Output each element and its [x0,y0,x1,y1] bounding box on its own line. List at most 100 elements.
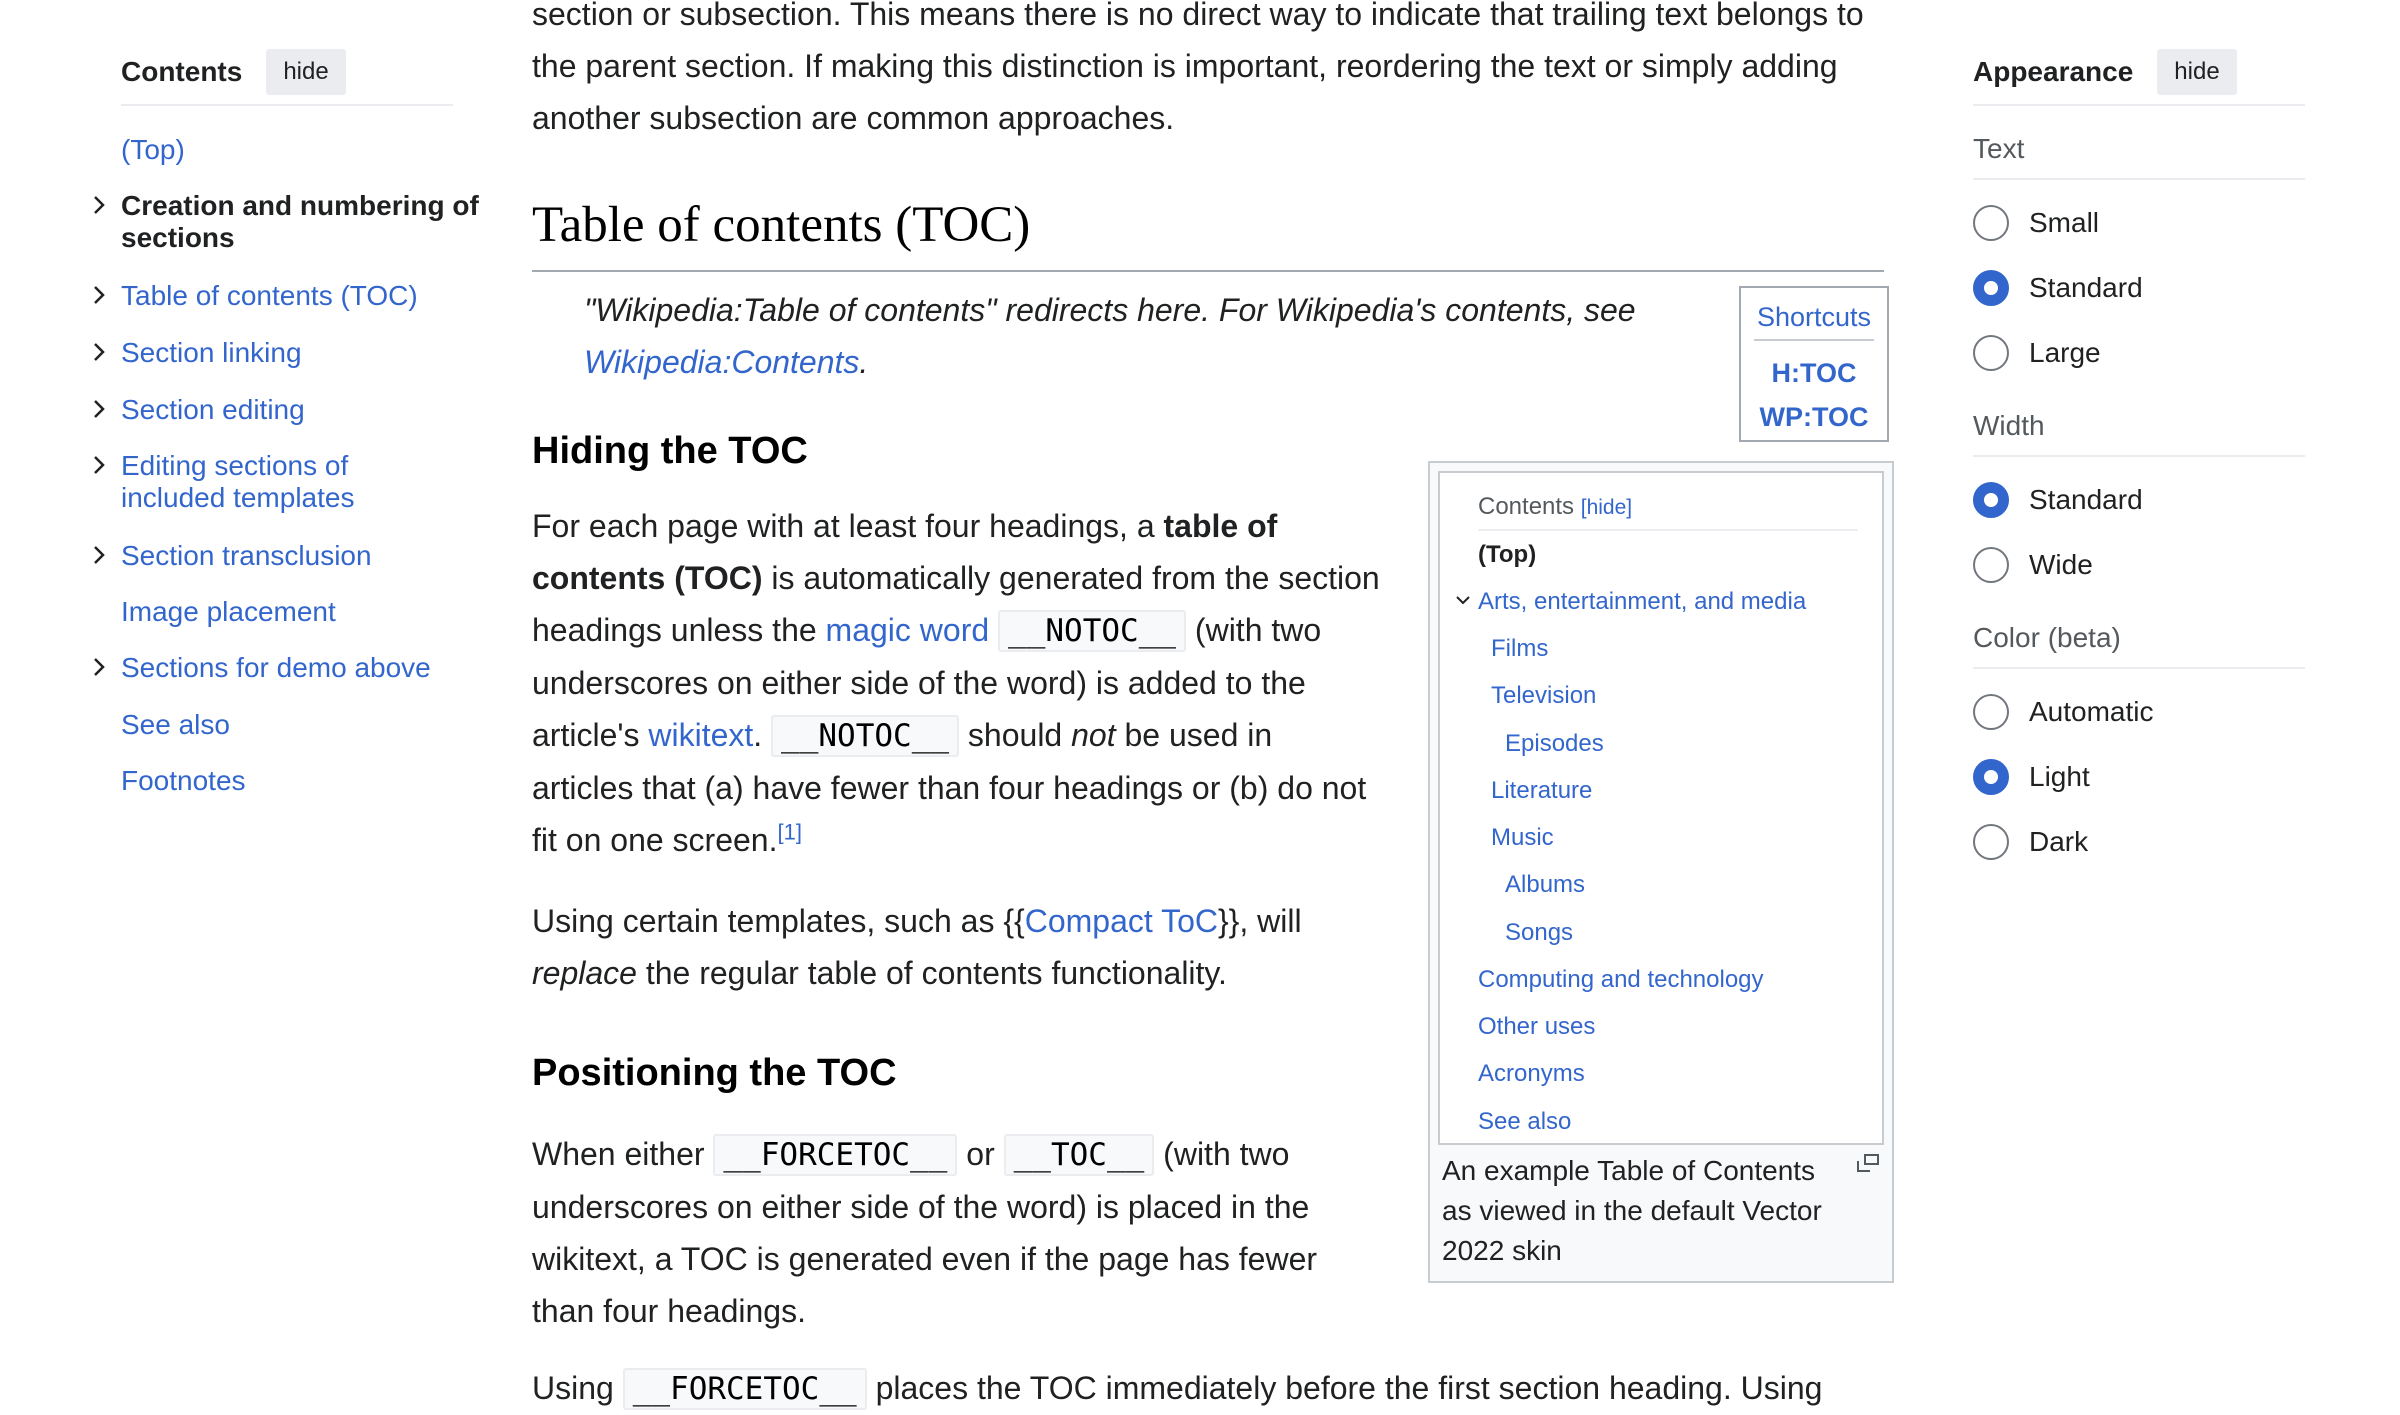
italic-term: replace [532,955,637,991]
subsection-heading: Positioning the TOC [532,1052,897,1094]
radio-button[interactable] [1973,547,2009,583]
hatnote-text: "Wikipedia:Table of contents" redirects … [584,292,1636,328]
fig-toc-item: Television [1491,682,1597,709]
wikitext-link[interactable]: wikitext [648,717,753,753]
width-label: Width [1973,410,2045,441]
shortcuts-box: Shortcuts H:TOC WP:TOC [1739,286,1889,442]
radio-label: Small [2029,207,2100,238]
toc-item-top[interactable]: (Top) [121,134,481,166]
radio-text-large[interactable]: Large [1973,335,2101,371]
hatnote-link[interactable]: Wikipedia:Contents [584,344,859,380]
toc-item-creation[interactable]: Creation and numbering of sections [94,190,501,254]
heading-positioning-toc: Positioning the TOC [532,1052,897,1095]
paragraph-using-forcetoc: Using __FORCETOC__ places the TOC immedi… [532,1362,1912,1415]
enlarge-icon[interactable] [1856,1153,1880,1173]
radio-label: Standard [2029,272,2143,303]
chevron-right-icon[interactable] [89,393,111,425]
toc-item-editing-templates[interactable]: Editing sections of included templates [94,450,391,514]
chevron-right-icon[interactable] [89,336,111,368]
heading-hiding-toc: Hiding the TOC [532,430,808,473]
radio-label: Wide [2029,549,2093,580]
toc-item-section-editing[interactable]: Section editing [94,394,481,426]
radio-color-dark[interactable]: Dark [1973,824,2088,860]
toc-sidebar: Contents hide [121,48,453,106]
toc-item-section-linking[interactable]: Section linking [94,337,481,369]
radio-width-standard[interactable]: Standard [1973,482,2143,518]
radio-label: Light [2029,761,2090,792]
text-run: }}, will [1217,903,1302,939]
subsection-heading: Hiding the TOC [532,430,808,472]
italic-term: not [1071,717,1116,753]
toc-item-label: Editing sections of included templates [121,450,355,513]
intro-paragraph: section or subsection. This means there … [532,0,1902,144]
toc-item-label: Table of contents (TOC) [121,280,418,311]
appearance-header: Appearance hide [1973,48,2305,106]
chevron-right-icon[interactable] [89,539,111,571]
radio-button-checked[interactable] [1973,759,2009,795]
example-toc-image[interactable]: Contents [hide] (Top) Arts, entertainmen… [1438,471,1884,1145]
code-notoc: __NOTOC__ [998,610,1187,652]
toc-hide-button[interactable]: hide [266,49,346,95]
toc-item-see-also[interactable]: See also [121,709,481,741]
code-notoc: __NOTOC__ [771,715,960,757]
text-run: Using [532,1370,623,1406]
radio-button-checked[interactable] [1973,482,2009,518]
text-run: the regular table of contents functional… [636,955,1227,991]
toc-header: Contents hide [121,48,453,106]
fig-toc-item: Episodes [1505,730,1604,757]
radio-color-light[interactable]: Light [1973,759,2090,795]
shortcuts-title[interactable]: Shortcuts [1741,302,1887,333]
radio-button[interactable] [1973,205,2009,241]
fig-toc-item: Arts, entertainment, and media [1478,588,1807,615]
compact-toc-link[interactable]: Compact ToC [1025,903,1218,939]
chevron-right-icon[interactable] [89,651,111,683]
paragraph-positioning: When either __FORCETOC__ or __TOC__ (wit… [532,1128,1362,1337]
toc-item-transclusion[interactable]: Section transclusion [94,540,481,572]
divider [1973,455,2305,457]
fig-toc-item: Other uses [1478,1013,1596,1040]
reference-link[interactable]: [1] [777,819,801,844]
appearance-hide-button[interactable]: hide [2157,49,2237,95]
chevron-right-icon[interactable] [89,189,111,221]
appearance-panel: Appearance hide Text Small Standard Larg… [1973,48,2305,860]
toc-item-footnotes[interactable]: Footnotes [121,765,481,797]
shortcut-link[interactable]: H:TOC [1741,351,1887,395]
toc-item-label: Footnotes [121,765,246,796]
toc-item-label: Sections for demo above [121,652,431,683]
radio-button[interactable] [1973,335,2009,371]
toc-item-sections-demo[interactable]: Sections for demo above [94,652,481,684]
toc-item-toc[interactable]: Table of contents (TOC) [94,280,481,312]
fig-toc-item: Songs [1505,919,1574,946]
toc-item-image-placement[interactable]: Image placement [121,596,481,628]
radio-button[interactable] [1973,694,2009,730]
chevron-right-icon[interactable] [89,279,111,311]
radio-width-wide[interactable]: Wide [1973,547,2093,583]
chevron-right-icon[interactable] [89,449,111,481]
radio-text-small[interactable]: Small [1973,205,2099,241]
radio-text-standard[interactable]: Standard [1973,270,2143,306]
section-heading: Table of contents (TOC) [532,197,1031,253]
radio-label: Dark [2029,826,2089,857]
chevron-down-icon [1456,596,1470,605]
example-toc-figure: Contents [hide] (Top) Arts, entertainmen… [1428,461,1894,1283]
toc-item-label: Section transclusion [121,540,372,571]
shortcut-link[interactable]: WP:TOC [1741,395,1887,439]
radio-button-checked[interactable] [1973,270,2009,306]
fig-toc-title: Contents [1478,493,1575,520]
fig-toc-item: Films [1491,635,1549,662]
divider [1973,667,2305,669]
magic-word-link[interactable]: magic word [826,612,990,648]
text-run: When either [532,1136,714,1172]
text-run: . [753,717,772,753]
fig-toc-item: Computing and technology [1478,966,1764,993]
radio-button[interactable] [1973,824,2009,860]
fig-toc-divider [1478,529,1858,531]
fig-toc-hide: [hide] [1580,496,1633,519]
text-size-label: Text [1973,133,2025,164]
radio-color-automatic[interactable]: Automatic [1973,694,2154,730]
text-run: places the TOC immediately before the fi… [866,1370,1823,1406]
shortcuts-divider [1754,339,1874,341]
text-run: For each page with at least four heading… [532,508,1164,544]
hatnote-end: . [859,344,869,380]
text-run: Using certain templates, such as {{ [532,903,1025,939]
